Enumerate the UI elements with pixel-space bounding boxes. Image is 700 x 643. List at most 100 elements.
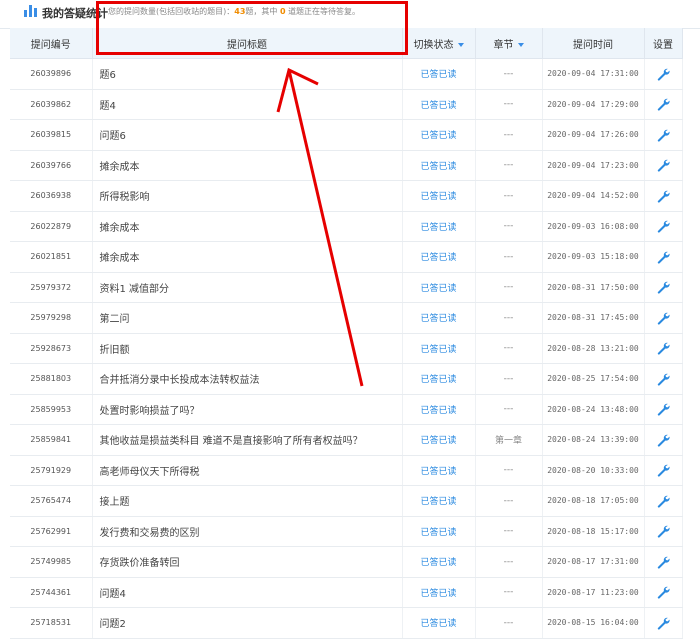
table-row[interactable]: 25979372 资料1 减值部分 已答已读 --- 2020-08-31 17:50:… (10, 272, 683, 303)
table-row[interactable]: 26039815 问题6 已答已读 --- 2020-09-04 17:26:00 (10, 119, 683, 151)
page-title: 我的答疑统计 (42, 7, 108, 20)
status-link[interactable]: 已答已读 (402, 58, 476, 90)
table-row[interactable]: 25744361 问题4 已答已读 --- 2020-08-17 11:23:00 (10, 577, 683, 608)
wrench-icon[interactable] (656, 372, 670, 386)
question-id: 26039896 (10, 58, 93, 90)
wrench-icon[interactable] (656, 402, 670, 416)
wrench-icon[interactable] (656, 128, 670, 142)
table-row[interactable]: 25979298 第二问 已答已读 --- 2020-08-31 17:45:00 (10, 302, 683, 334)
status-link[interactable]: 已答已读 (402, 119, 476, 151)
status-link[interactable]: 已答已读 (402, 211, 476, 242)
wrench-icon[interactable] (656, 585, 670, 599)
table-row[interactable]: 26021851 摊余成本 已答已读 --- 2020-09-03 15:18:00 (10, 241, 683, 273)
table-row[interactable]: 25859841 其他收益是损益类科目 难道不是直接影响了所有者权益吗？ 已答已读第… (10, 424, 683, 456)
table-row[interactable]: 25791929 高老师母仪天下所得税 已答已读 --- 2020-08-20 10:3… (10, 455, 683, 486)
status-link[interactable]: 已答已读 (402, 363, 476, 395)
column-header-chapter[interactable]: 章节 (475, 28, 543, 59)
chapter-cell: --- (475, 333, 543, 364)
wrench-icon[interactable] (656, 494, 670, 508)
status-link[interactable]: 已答已读 (402, 272, 476, 303)
table-row[interactable]: 26039862 题4 已答已读 --- 2020-09-04 17:29:00 (10, 89, 683, 120)
question-title-link[interactable]: 第二问 (92, 302, 403, 334)
chapter-cell: --- (475, 119, 543, 151)
wrench-icon[interactable] (656, 311, 670, 325)
status-link[interactable]: 已答已读 (402, 333, 476, 364)
table-row[interactable]: 26022879 摊余成本 已答已读 --- 2020-09-03 16:08:00 (10, 211, 683, 242)
table-row[interactable]: 26039766 摊余成本 已答已读 --- 2020-09-04 17:23:00 (10, 150, 683, 181)
wrench-icon[interactable] (656, 250, 670, 264)
table-row[interactable]: 25928673 折旧额 已答已读 --- 2020-08-28 13:21:00 (10, 333, 683, 364)
status-link[interactable]: 已答已读 (402, 150, 476, 181)
chapter-cell: --- (475, 546, 543, 578)
wrench-icon[interactable] (656, 67, 670, 81)
status-link[interactable]: 已答已读 (402, 455, 476, 486)
table-row[interactable]: 25762991 发行费和交易费的区别 已答已读 --- 2020-08-18 15:1… (10, 516, 683, 547)
status-link[interactable]: 已答已读 (402, 546, 476, 578)
question-time: 2020-08-18 17:05:00 (542, 485, 645, 517)
question-title-link[interactable]: 高老师母仪天下所得税 (92, 455, 403, 486)
question-title-link[interactable]: 合并抵消分录中长投成本法转权益法 (92, 363, 403, 395)
question-time: 2020-08-31 17:50:00 (542, 272, 645, 303)
status-link[interactable]: 已答已读 (402, 607, 476, 639)
wrench-icon[interactable] (656, 463, 670, 477)
status-link[interactable]: 已答已读 (402, 577, 476, 608)
question-title-link[interactable]: 题4 (92, 89, 403, 120)
question-id: 26022879 (10, 211, 93, 242)
question-title-link[interactable]: 问题4 (92, 577, 403, 608)
question-time: 2020-09-04 17:23:00 (542, 150, 645, 181)
chapter-cell: --- (475, 180, 543, 212)
question-title-link[interactable]: 摊余成本 (92, 211, 403, 242)
wrench-icon[interactable] (656, 97, 670, 111)
question-time: 2020-09-04 17:29:00 (542, 89, 645, 120)
question-title-link[interactable]: 资料1 减值部分 (92, 272, 403, 303)
question-time: 2020-08-15 16:04:00 (542, 607, 645, 639)
question-id: 25762991 (10, 516, 93, 547)
settings-cell (644, 272, 683, 303)
wrench-icon[interactable] (656, 616, 670, 630)
question-title-link[interactable]: 其他收益是损益类科目 难道不是直接影响了所有者权益吗？ (92, 424, 403, 456)
question-title-link[interactable]: 问题6 (92, 119, 403, 151)
wrench-icon[interactable] (656, 433, 670, 447)
table-row[interactable]: 26036938 所得税影响 已答已读 --- 2020-09-04 14:52:00 (10, 180, 683, 212)
table-row[interactable]: 26039896 题6 已答已读 --- 2020-09-04 17:31:00 (10, 58, 683, 90)
question-title-link[interactable]: 接上题 (92, 485, 403, 517)
column-header-status[interactable]: 切换状态 (402, 28, 476, 59)
chapter-cell: --- (475, 89, 543, 120)
wrench-icon[interactable] (656, 555, 670, 569)
settings-cell (644, 424, 683, 456)
question-title-link[interactable]: 处置时影响损益了吗？ (92, 394, 403, 425)
question-time: 2020-09-04 17:26:00 (542, 119, 645, 151)
chapter-cell: --- (475, 241, 543, 273)
wrench-icon[interactable] (656, 158, 670, 172)
settings-cell (644, 150, 683, 181)
question-title-link[interactable]: 所得税影响 (92, 180, 403, 212)
question-title-link[interactable]: 问题2 (92, 607, 403, 639)
wrench-icon[interactable] (656, 524, 670, 538)
wrench-icon[interactable] (656, 189, 670, 203)
chapter-cell: --- (475, 607, 543, 639)
settings-cell (644, 516, 683, 547)
status-link[interactable]: 已答已读 (402, 516, 476, 547)
table-row[interactable]: 25749985 存货跌价准备转回 已答已读 --- 2020-08-17 17:31:… (10, 546, 683, 578)
wrench-icon[interactable] (656, 341, 670, 355)
status-link[interactable]: 已答已读 (402, 394, 476, 425)
status-link[interactable]: 已答已读 (402, 302, 476, 334)
question-title-link[interactable]: 摊余成本 (92, 150, 403, 181)
wrench-icon[interactable] (656, 280, 670, 294)
status-link[interactable]: 已答已读 (402, 424, 476, 456)
question-title-link[interactable]: 摊余成本 (92, 241, 403, 273)
status-link[interactable]: 已答已读 (402, 241, 476, 273)
question-title-link[interactable]: 存货跌价准备转回 (92, 546, 403, 578)
question-title-link[interactable]: 题6 (92, 58, 403, 90)
settings-cell (644, 333, 683, 364)
status-link[interactable]: 已答已读 (402, 180, 476, 212)
status-link[interactable]: 已答已读 (402, 89, 476, 120)
table-row[interactable]: 25881803 合并抵消分录中长投成本法转权益法 已答已读 --- 2020-08-2… (10, 363, 683, 395)
question-title-link[interactable]: 折旧额 (92, 333, 403, 364)
status-link[interactable]: 已答已读 (402, 485, 476, 517)
table-row[interactable]: 25765474 接上题 已答已读 --- 2020-08-18 17:05:00 (10, 485, 683, 517)
table-row[interactable]: 25718531 问题2 已答已读 --- 2020-08-15 16:04:00 (10, 607, 683, 639)
question-title-link[interactable]: 发行费和交易费的区别 (92, 516, 403, 547)
wrench-icon[interactable] (656, 219, 670, 233)
table-row[interactable]: 25859953 处置时影响损益了吗？ 已答已读 --- 2020-08-24 13:4… (10, 394, 683, 425)
